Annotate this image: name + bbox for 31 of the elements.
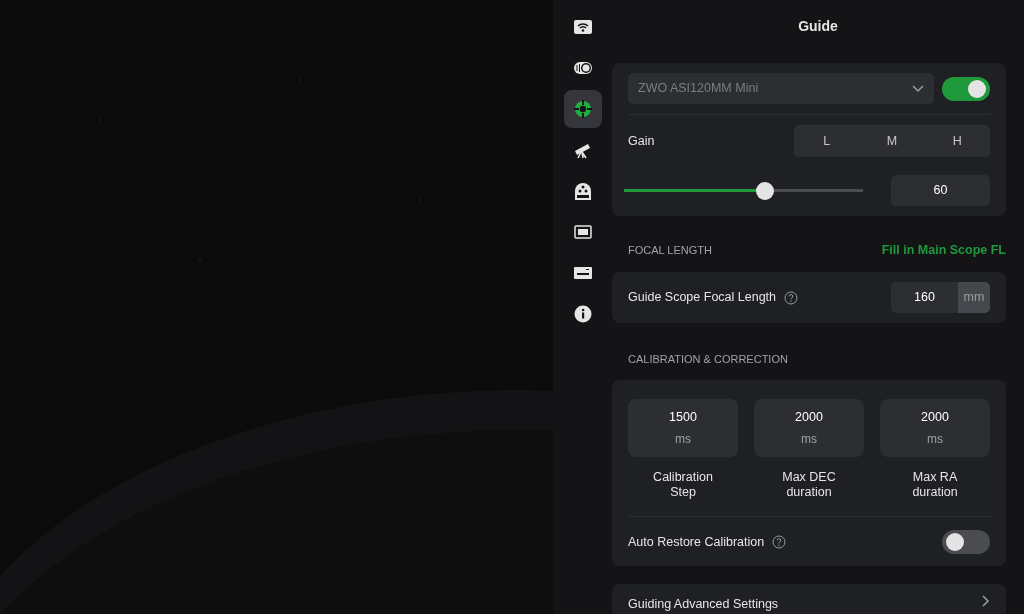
slider-thumb[interactable] — [756, 181, 774, 200]
fill-main-scope-link[interactable]: Fill in Main Scope FL — [881, 240, 1006, 260]
gain-preset-button[interactable]: M — [859, 125, 925, 157]
chevron-down-icon — [912, 84, 924, 93]
info-icon — [572, 304, 593, 324]
advanced-settings-row[interactable]: Guiding Advanced Settings — [612, 584, 1006, 614]
duration-input[interactable]: 2000 ms — [754, 399, 864, 457]
help-icon — [772, 535, 787, 549]
focuser-icon — [572, 222, 593, 242]
gain-preset-button[interactable]: H — [924, 125, 990, 157]
duration-input[interactable]: 2000 ms — [880, 399, 990, 457]
duration-label: Max RA duration — [911, 470, 959, 500]
gain-preset-button[interactable]: L — [794, 125, 860, 157]
duration-label: Max DEC duration — [781, 470, 837, 500]
panel-title: Guide — [797, 17, 839, 36]
help-icon — [784, 290, 799, 305]
duration-input[interactable]: 1500 ms — [628, 399, 738, 457]
gain-label: Gain — [628, 132, 655, 150]
section-heading: CALIBRATION & CORRECTION — [628, 353, 788, 365]
duration-label: Calibration Step — [652, 470, 714, 500]
focal-length-label: Guide Scope Focal Length — [628, 289, 777, 307]
crosshair-icon — [572, 99, 593, 119]
auto-restore-toggle[interactable] — [942, 530, 990, 554]
gain-input[interactable]: 60 — [891, 175, 990, 206]
filter-wheel-icon — [572, 181, 593, 201]
wifi-icon — [572, 17, 593, 37]
chevron-right-icon — [982, 595, 990, 607]
sidebar-item[interactable] — [563, 90, 602, 128]
camera-toggle[interactable] — [942, 76, 990, 101]
auto-restore-label: Auto Restore Calibration — [628, 533, 765, 551]
section-heading: FOCAL LENGTH — [628, 242, 712, 258]
